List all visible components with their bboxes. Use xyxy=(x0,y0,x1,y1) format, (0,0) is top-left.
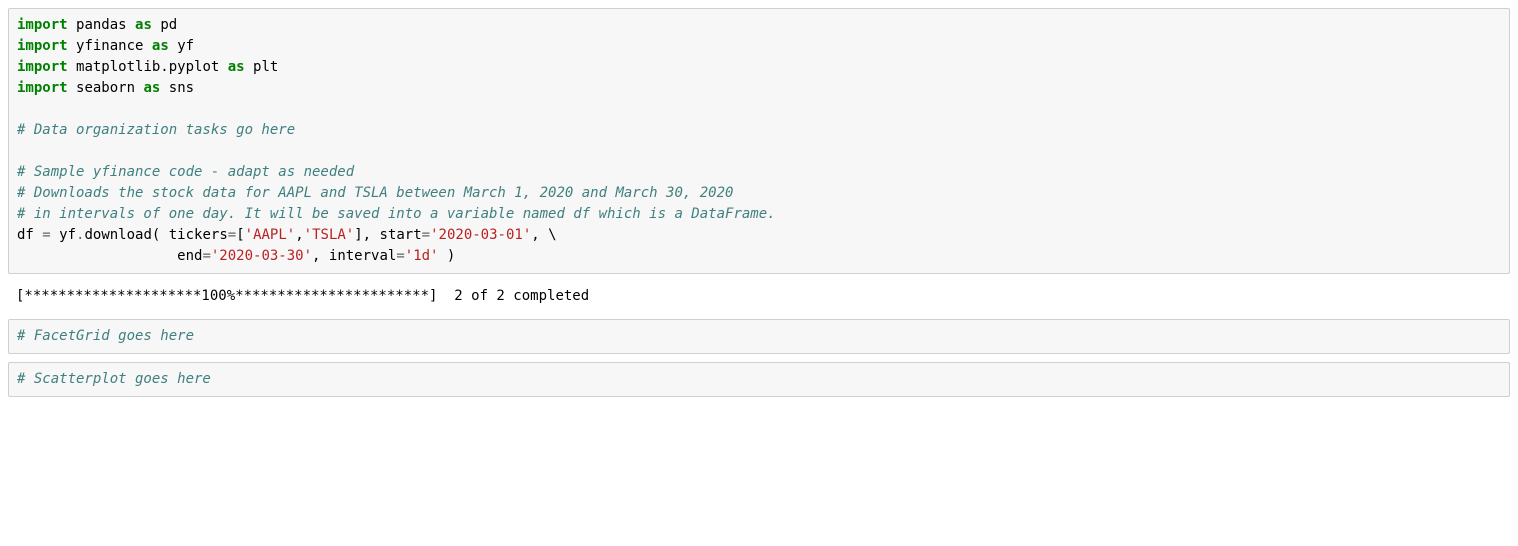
alias: yf xyxy=(177,38,194,54)
code-text: download( tickers xyxy=(84,227,227,243)
string: '1d' xyxy=(405,248,439,264)
progress-output: [*********************100%**************… xyxy=(16,288,589,304)
keyword: import xyxy=(17,80,68,96)
code-text: , interval xyxy=(312,248,396,264)
operator: = xyxy=(228,227,236,243)
string: 'TSLA' xyxy=(304,227,355,243)
operator: = xyxy=(422,227,430,243)
alias: sns xyxy=(169,80,194,96)
code-line: # Data organization tasks go here xyxy=(17,122,295,138)
module-name: matplotlib.pyplot xyxy=(76,59,219,75)
comment: # Scatterplot goes here xyxy=(17,371,211,387)
alias: plt xyxy=(253,59,278,75)
comment: # FacetGrid goes here xyxy=(17,328,194,344)
comment: # Sample yfinance code - adapt as needed xyxy=(17,164,354,180)
code-text: ) xyxy=(438,248,455,264)
code-line: import pandas as pd xyxy=(17,17,177,33)
code-cell-3[interactable]: # Scatterplot goes here xyxy=(8,362,1510,397)
module-name: pandas xyxy=(76,17,127,33)
code-text: , xyxy=(295,227,303,243)
code-line: # Sample yfinance code - adapt as needed xyxy=(17,164,354,180)
code-line: import yfinance as yf xyxy=(17,38,194,54)
code-text: ], start xyxy=(354,227,421,243)
code-line: import seaborn as sns xyxy=(17,80,194,96)
code-line: # Downloads the stock data for AAPL and … xyxy=(17,185,733,201)
comment: # in intervals of one day. It will be sa… xyxy=(17,206,776,222)
comment: # Data organization tasks go here xyxy=(17,122,295,138)
code-line: end='2020-03-30', interval='1d' ) xyxy=(17,248,455,264)
code-text: [ xyxy=(236,227,244,243)
string: '2020-03-01' xyxy=(430,227,531,243)
operator: = xyxy=(202,248,210,264)
code-cell-2[interactable]: # FacetGrid goes here xyxy=(8,319,1510,354)
code-line: # in intervals of one day. It will be sa… xyxy=(17,206,776,222)
keyword: as xyxy=(152,38,169,54)
string: '2020-03-30' xyxy=(211,248,312,264)
code-line: df = yf.download( tickers=['AAPL','TSLA'… xyxy=(17,227,557,243)
module-name: seaborn xyxy=(76,80,135,96)
code-text: yf xyxy=(51,227,76,243)
alias: pd xyxy=(160,17,177,33)
code-text: df xyxy=(17,227,42,243)
operator: = xyxy=(396,248,404,264)
operator: = xyxy=(42,227,50,243)
line-continuation: \ xyxy=(548,227,556,243)
string: 'AAPL' xyxy=(245,227,296,243)
output-cell-1: [*********************100%**************… xyxy=(8,282,1510,319)
code-text: end xyxy=(17,248,202,264)
keyword: import xyxy=(17,38,68,54)
code-text: , xyxy=(531,227,548,243)
module-name: yfinance xyxy=(76,38,143,54)
keyword: as xyxy=(143,80,160,96)
keyword: import xyxy=(17,59,68,75)
keyword: as xyxy=(228,59,245,75)
keyword: as xyxy=(135,17,152,33)
code-line: import matplotlib.pyplot as plt xyxy=(17,59,278,75)
comment: # Downloads the stock data for AAPL and … xyxy=(17,185,733,201)
keyword: import xyxy=(17,17,68,33)
code-cell-1[interactable]: import pandas as pd import yfinance as y… xyxy=(8,8,1510,274)
